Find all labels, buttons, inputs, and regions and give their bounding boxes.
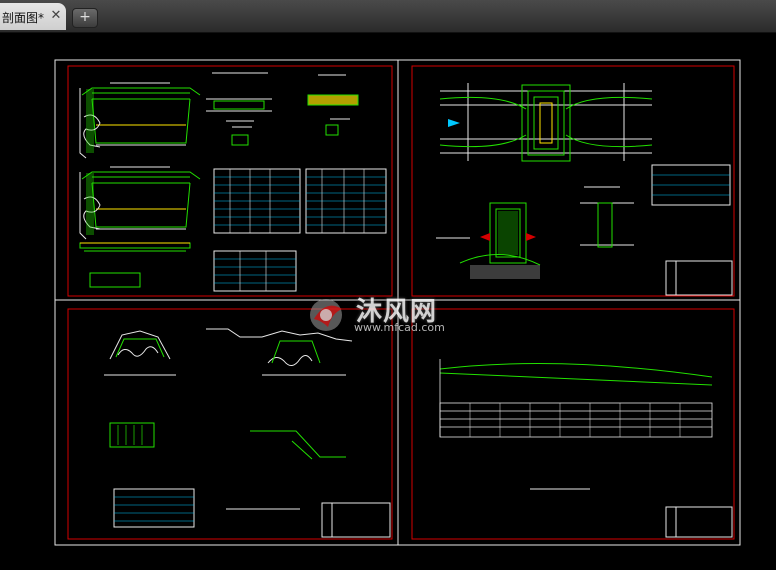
watermark-url: www.mfcad.com bbox=[354, 321, 445, 334]
tab-section-drawing[interactable]: 剖面图* ✕ bbox=[0, 3, 66, 30]
close-icon[interactable]: ✕ bbox=[48, 8, 64, 24]
sheet-2-drawings bbox=[436, 83, 733, 296]
tab-label: 剖面图* bbox=[2, 11, 45, 25]
watermark-icon bbox=[310, 299, 342, 331]
watermark-logo: 沐风网 www.mfcad.com bbox=[304, 291, 474, 339]
sheet-4-drawings bbox=[439, 359, 733, 538]
drawing-canvas[interactable]: 沐风网 www.mfcad.com bbox=[0, 33, 776, 566]
document-tab-bar: 剖面图* ✕ + bbox=[0, 0, 776, 33]
new-tab-button[interactable]: + bbox=[72, 8, 98, 28]
sheet-1-drawings bbox=[79, 72, 387, 292]
sheet-1-tables bbox=[213, 168, 387, 292]
sheet-3-drawings bbox=[104, 328, 391, 538]
